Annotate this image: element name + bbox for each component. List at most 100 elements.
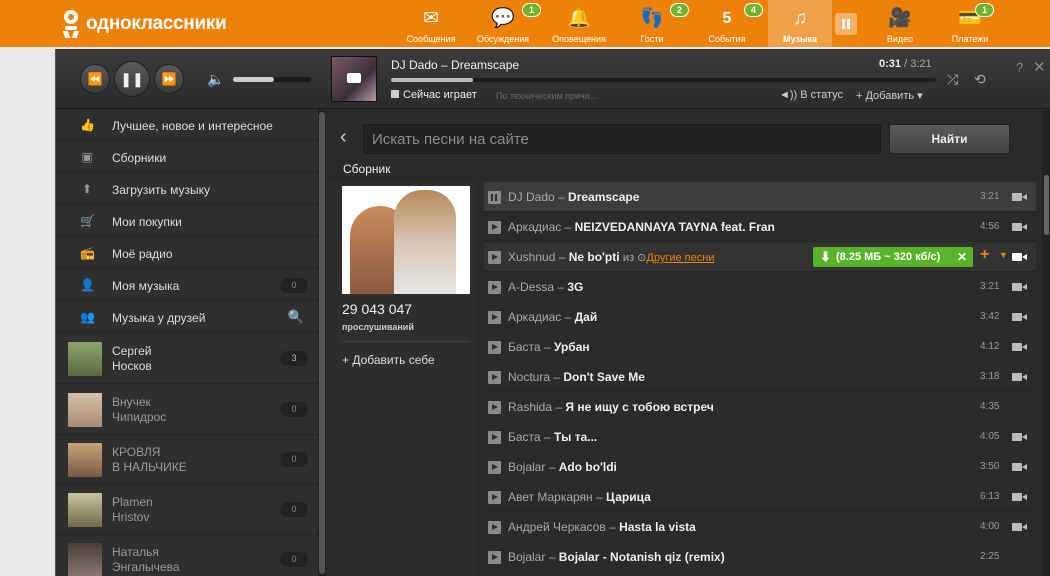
track-title: DJ Dado – Dreamscape: [508, 190, 640, 204]
track-progress-bar[interactable]: [391, 78, 936, 82]
nav-guests[interactable]: 👣 2 Гости: [628, 0, 690, 47]
track-row[interactable]: Авет Маркарян – Царица 6:13: [484, 482, 1036, 512]
listens-count: 29 043 047: [342, 301, 413, 317]
video-camera-icon[interactable]: [1012, 372, 1027, 382]
divider: [342, 341, 470, 342]
friend-count: 0: [280, 452, 308, 467]
add-plus-icon[interactable]: +: [980, 246, 989, 264]
radio-icon: 📻: [80, 246, 95, 260]
friend-item[interactable]: Сергей Носков 3: [56, 334, 318, 384]
current-track-cover[interactable]: [331, 56, 377, 102]
track-row[interactable]: Bojalar – Ado bo'ldi 3:50: [484, 452, 1036, 482]
play-icon[interactable]: [488, 461, 501, 474]
nav-discussions[interactable]: 💬 1 Обсуждения: [470, 0, 542, 47]
repeat-icon[interactable]: ⟲: [974, 71, 986, 88]
volume-slider[interactable]: [233, 77, 311, 82]
video-camera-icon[interactable]: [1012, 222, 1027, 232]
nav-payments[interactable]: 💳 1 Платежи: [942, 0, 998, 47]
video-camera-icon[interactable]: [1012, 192, 1027, 202]
play-icon[interactable]: [488, 221, 501, 234]
sidebar-item-purchases[interactable]: 🛒 Мои покупки: [56, 206, 318, 237]
track-duration: 3:21: [980, 281, 1000, 292]
track-row[interactable]: Rashida – Я не ищу с тобою встреч 4:35: [484, 392, 1036, 422]
top-navigation-bar: одноклассники ✉ Сообщения 💬 1 Обсуждения…: [0, 0, 1050, 47]
video-camera-icon[interactable]: [1012, 312, 1027, 322]
track-row[interactable]: Bojalar – Bojalar - Notanish qiz (remix)…: [484, 542, 1036, 572]
play-icon[interactable]: [488, 341, 501, 354]
sidebar-item-radio[interactable]: 📻 Моё радио: [56, 238, 318, 269]
video-camera-icon[interactable]: [1012, 462, 1027, 472]
nav-messages[interactable]: ✉ Сообщения: [402, 0, 460, 47]
play-icon[interactable]: [488, 371, 501, 384]
add-button[interactable]: + Добавить ▾: [856, 89, 923, 102]
track-row[interactable]: Баста – Ты та... 4:05: [484, 422, 1036, 452]
play-icon[interactable]: [488, 491, 501, 504]
nav-video[interactable]: 🎥 Видео: [872, 0, 928, 47]
odnoklassniki-logo[interactable]: одноклассники: [62, 10, 227, 38]
track-row[interactable]: Баста – Урбан 4:12: [484, 332, 1036, 362]
track-row[interactable]: Noctura – Don't Save Me 3:18: [484, 362, 1036, 392]
find-button[interactable]: Найти: [889, 124, 1010, 154]
bell-icon: 🔔: [567, 8, 591, 29]
video-camera-icon[interactable]: [1012, 342, 1027, 352]
play-icon[interactable]: [488, 251, 501, 264]
close-icon[interactable]: ✕: [1033, 58, 1046, 76]
video-camera-icon[interactable]: [1012, 522, 1027, 532]
friend-item[interactable]: Plamen Hristov 0: [56, 485, 318, 535]
track-row[interactable]: Андрей Черкасов – Hasta la vista 4:00: [484, 512, 1036, 542]
other-songs-link[interactable]: Другие песни: [646, 252, 714, 264]
cart-icon: 🛒: [80, 214, 95, 228]
add-to-self-button[interactable]: + Добавить себе: [342, 353, 435, 367]
to-status-button[interactable]: ◄)) В статус: [779, 89, 843, 101]
video-camera-icon[interactable]: [1012, 432, 1027, 442]
tracklist-scrollbar[interactable]: [1042, 110, 1050, 576]
nav-events[interactable]: 5 4 События: [702, 0, 764, 47]
nav-music[interactable]: ♫ Музыка: [768, 0, 832, 47]
pause-button[interactable]: ❚❚: [114, 61, 150, 97]
download-button[interactable]: ⬇ (8.25 МБ ~ 320 кб/с) ✕: [813, 247, 973, 267]
now-playing-label[interactable]: Сейчас играет: [391, 89, 477, 101]
chevron-down-icon[interactable]: ▼: [999, 250, 1008, 260]
sidebar-item-my-music[interactable]: 👤 Моя музыка 0: [56, 270, 318, 301]
track-duration: 6:13: [980, 491, 1000, 502]
rewind-button[interactable]: ⏪: [80, 64, 110, 94]
nav-notifications[interactable]: 🔔 Оповещения: [545, 0, 613, 47]
sidebar-item-best[interactable]: 👍 Лучшее, новое и интересное: [56, 110, 318, 141]
track-progress-fill: [391, 78, 473, 82]
sidebar-item-friends-music[interactable]: 👥 Музыка у друзей 🔍: [56, 302, 318, 333]
pause-icon[interactable]: [488, 191, 501, 204]
track-row[interactable]: DJ Dado – Dreamscape 3:21: [484, 182, 1036, 212]
status-icon: ◄)): [779, 89, 798, 101]
play-icon[interactable]: [488, 551, 501, 564]
close-icon[interactable]: ✕: [957, 247, 967, 267]
play-icon[interactable]: [488, 431, 501, 444]
sidebar-scrollbar[interactable]: [318, 110, 326, 576]
help-icon[interactable]: ?: [1016, 60, 1023, 75]
song-search-input[interactable]: [363, 124, 881, 154]
video-camera-icon[interactable]: [1012, 252, 1027, 262]
friend-item[interactable]: Внучек Чипидрос 0: [56, 385, 318, 435]
track-row[interactable]: Аркадиас – Дай 3:42: [484, 302, 1036, 332]
fast-forward-button[interactable]: ⏩: [154, 64, 184, 94]
track-row[interactable]: Xushnud – Ne bo'pti из ⊙Другие песни ⬇ (8.…: [484, 242, 1036, 272]
video-camera-icon[interactable]: [1012, 282, 1027, 292]
play-icon[interactable]: [488, 521, 501, 534]
play-icon[interactable]: [488, 401, 501, 414]
back-arrow-icon[interactable]: ‹: [340, 126, 347, 149]
track-row[interactable]: A-Dessa – 3G 3:21: [484, 272, 1036, 302]
album-cover[interactable]: [342, 186, 470, 294]
video-camera-icon[interactable]: [1012, 492, 1027, 502]
friend-item[interactable]: Наталья Энгалычева 0: [56, 535, 318, 576]
sidebar-item-upload[interactable]: ⬆ Загрузить музыку: [56, 174, 318, 205]
play-icon[interactable]: [488, 281, 501, 294]
track-duration: 3:21: [980, 191, 1000, 202]
track-row[interactable]: Аркадиас – NEIZVEDANNAYA TAYNA feat. Fra…: [484, 212, 1036, 242]
shuffle-icon[interactable]: ⤮: [947, 71, 958, 88]
search-icon[interactable]: 🔍: [288, 309, 304, 325]
volume-icon[interactable]: 🔈: [207, 71, 224, 88]
play-icon[interactable]: [488, 311, 501, 324]
track-duration: 4:35: [980, 401, 1000, 412]
friend-item[interactable]: КРОВЛЯ В НАЛЬЧИКЕ 0: [56, 435, 318, 485]
sidebar-item-collections[interactable]: ▣ Сборники: [56, 142, 318, 173]
mini-pause-icon[interactable]: [835, 13, 857, 35]
